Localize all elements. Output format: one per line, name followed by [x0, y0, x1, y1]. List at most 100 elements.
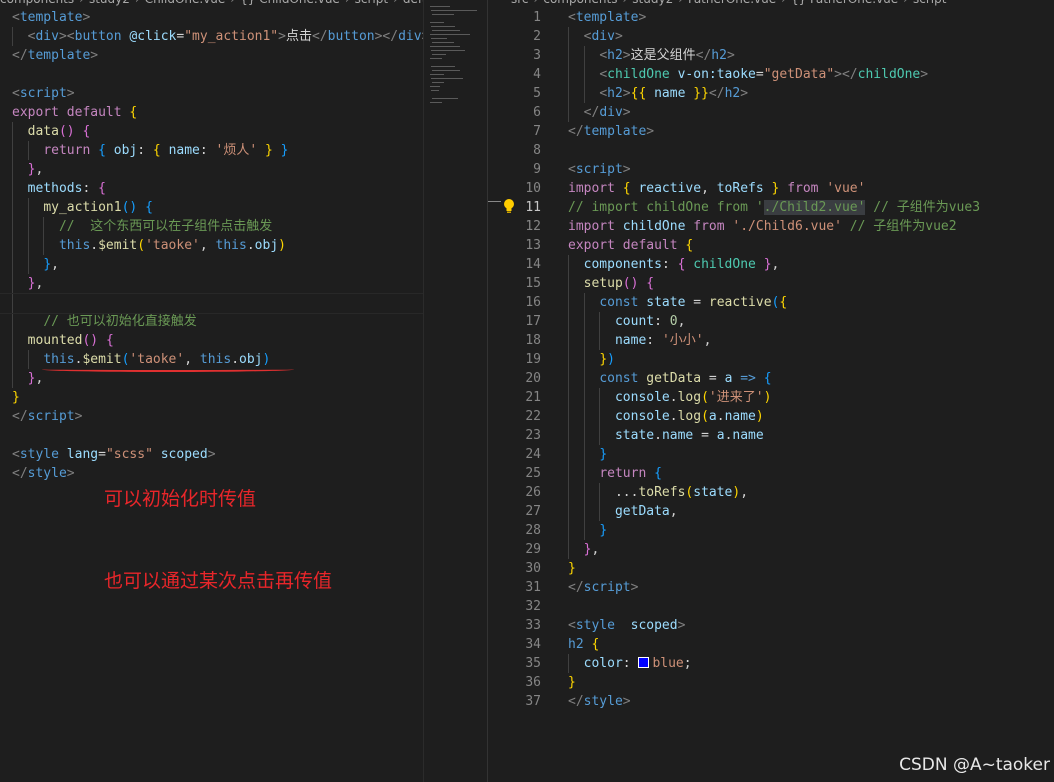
code-line[interactable]: </template>: [568, 122, 654, 141]
breadcrumb-item[interactable]: study2: [632, 0, 673, 6]
code-line[interactable]: </template>: [12, 46, 98, 65]
breadcrumb-item[interactable]: script: [355, 0, 388, 6]
minimap-line: [430, 34, 470, 35]
code-token: components: [583, 257, 662, 272]
breadcrumb-item[interactable]: src: [511, 0, 529, 6]
code-line[interactable]: <template>: [568, 8, 646, 27]
code-token: :: [622, 656, 639, 671]
code-line[interactable]: <h2>这是父组件</h2>: [568, 46, 734, 65]
code-line[interactable]: }): [568, 350, 615, 369]
code-line[interactable]: </div>: [568, 103, 631, 122]
breadcrumb-item[interactable]: {} FatherOne.vue: [791, 0, 898, 6]
code-line[interactable]: setup() {: [568, 274, 654, 293]
code-line[interactable]: </style>: [12, 464, 75, 483]
code-token: script: [583, 580, 631, 595]
minimap-line: [430, 86, 440, 87]
code-token: import: [568, 219, 615, 234]
code-line[interactable]: my_action1() {: [12, 198, 153, 217]
code-line[interactable]: <div>: [568, 27, 623, 46]
code-line[interactable]: count: 0,: [568, 312, 685, 331]
code-line[interactable]: },: [12, 160, 44, 179]
code-line[interactable]: }: [568, 521, 607, 540]
breadcrumb-item[interactable]: study2: [89, 0, 130, 6]
code-line[interactable]: },: [568, 540, 600, 559]
code-line[interactable]: state.name = a.name: [568, 426, 764, 445]
code-line[interactable]: console.log('进来了'): [568, 388, 771, 407]
breadcrumb: src › components › study2 › FatherOne.vue › {} F…: [511, 0, 946, 7]
breadcrumb-item[interactable]: components: [0, 0, 74, 6]
code-line[interactable]: <childOne v-on:taoke="getData"></childOn…: [568, 65, 928, 84]
lightbulb-icon[interactable]: [502, 198, 516, 214]
code-line[interactable]: data() {: [12, 122, 91, 141]
code-line[interactable]: import { reactive, toRefs } from 'vue': [568, 179, 865, 198]
code-line[interactable]: },: [12, 274, 44, 293]
code-line[interactable]: mounted() {: [12, 331, 114, 350]
code-line[interactable]: </script>: [568, 578, 638, 597]
minimap-line: [431, 66, 455, 67]
code-line[interactable]: // 这个东西可以在子组件点击触发: [12, 217, 272, 236]
code-line[interactable]: }: [12, 388, 20, 407]
editor-splitter[interactable]: [487, 0, 502, 782]
code-token: ,: [677, 314, 686, 329]
code-line[interactable]: <template>: [12, 8, 90, 27]
breadcrumb-item[interactable]: {} ChildOne.vue: [240, 0, 340, 6]
code-line[interactable]: this.$emit('taoke', this.obj): [12, 236, 286, 255]
code-token: // 也可以初始化直接触发: [43, 314, 197, 329]
code-line[interactable]: },: [12, 369, 44, 388]
code-line[interactable]: console.log(a.name): [568, 407, 764, 426]
code-token: $emit: [98, 238, 138, 253]
code-line[interactable]: const state = reactive({: [568, 293, 787, 312]
code-line[interactable]: <h2>{{ name }}</h2>: [568, 84, 748, 103]
left-editor[interactable]: components › study2 › ChildOne.vue › {} ChildO…: [0, 0, 423, 782]
code-token: ,: [771, 257, 780, 272]
color-swatch-icon[interactable]: [638, 657, 650, 668]
right-editor[interactable]: src › components › study2 › FatherOne.vue › {} F…: [501, 0, 1054, 782]
code-line[interactable]: }: [568, 445, 607, 464]
code-line[interactable]: },: [12, 255, 59, 274]
minimap[interactable]: [423, 0, 488, 782]
code-line[interactable]: return { obj: { name: '烦人' } }: [12, 141, 288, 160]
code-line[interactable]: export default {: [568, 236, 693, 255]
code-line[interactable]: }: [568, 559, 576, 578]
code-line[interactable]: name: '小小',: [568, 331, 711, 350]
code-line[interactable]: components: { childOne },: [568, 255, 780, 274]
code-token: this: [43, 352, 75, 367]
code-token: ,: [669, 504, 678, 519]
breadcrumb-item[interactable]: FatherOne.vue: [688, 0, 776, 6]
code-token: a: [716, 428, 725, 443]
code-line[interactable]: <script>: [12, 84, 75, 103]
code-line[interactable]: </script>: [12, 407, 82, 426]
breadcrumb-item[interactable]: components: [543, 0, 617, 6]
code-token: .: [231, 352, 240, 367]
code-line[interactable]: methods: {: [12, 179, 106, 198]
code-line[interactable]: h2 {: [568, 635, 599, 654]
code-line[interactable]: color: blue;: [568, 654, 692, 673]
breadcrumb-separator: ›: [534, 0, 539, 6]
code-line[interactable]: <script>: [568, 160, 631, 179]
code-token: }: [568, 561, 576, 576]
code-line[interactable]: }: [568, 673, 576, 692]
code-line[interactable]: <style lang="scss" scoped>: [12, 445, 216, 464]
code-token: h2: [568, 637, 584, 652]
code-line[interactable]: // 也可以初始化直接触发: [12, 312, 197, 331]
code-line[interactable]: <div><button @click="my_action1">点击</but…: [12, 27, 423, 46]
code-line[interactable]: </style>: [568, 692, 631, 711]
code-line[interactable]: return {: [568, 464, 662, 483]
breadcrumb-item[interactable]: default: [403, 0, 423, 6]
code-line[interactable]: export default {: [12, 103, 137, 122]
code-line[interactable]: getData,: [568, 502, 678, 521]
code-line[interactable]: <style scoped>: [568, 616, 685, 635]
code-token: obj: [239, 352, 263, 367]
code-token: </: [12, 48, 28, 63]
code-line[interactable]: ...toRefs(state),: [568, 483, 748, 502]
code-line[interactable]: // import childOne from './Child2.vue' /…: [568, 198, 980, 217]
code-line[interactable]: import childOne from './Child6.vue' // 子…: [568, 217, 957, 236]
breadcrumb-item[interactable]: script: [913, 0, 946, 6]
code-line[interactable]: const getData = a => {: [568, 369, 771, 388]
breadcrumb-item[interactable]: ChildOne.vue: [145, 0, 226, 6]
